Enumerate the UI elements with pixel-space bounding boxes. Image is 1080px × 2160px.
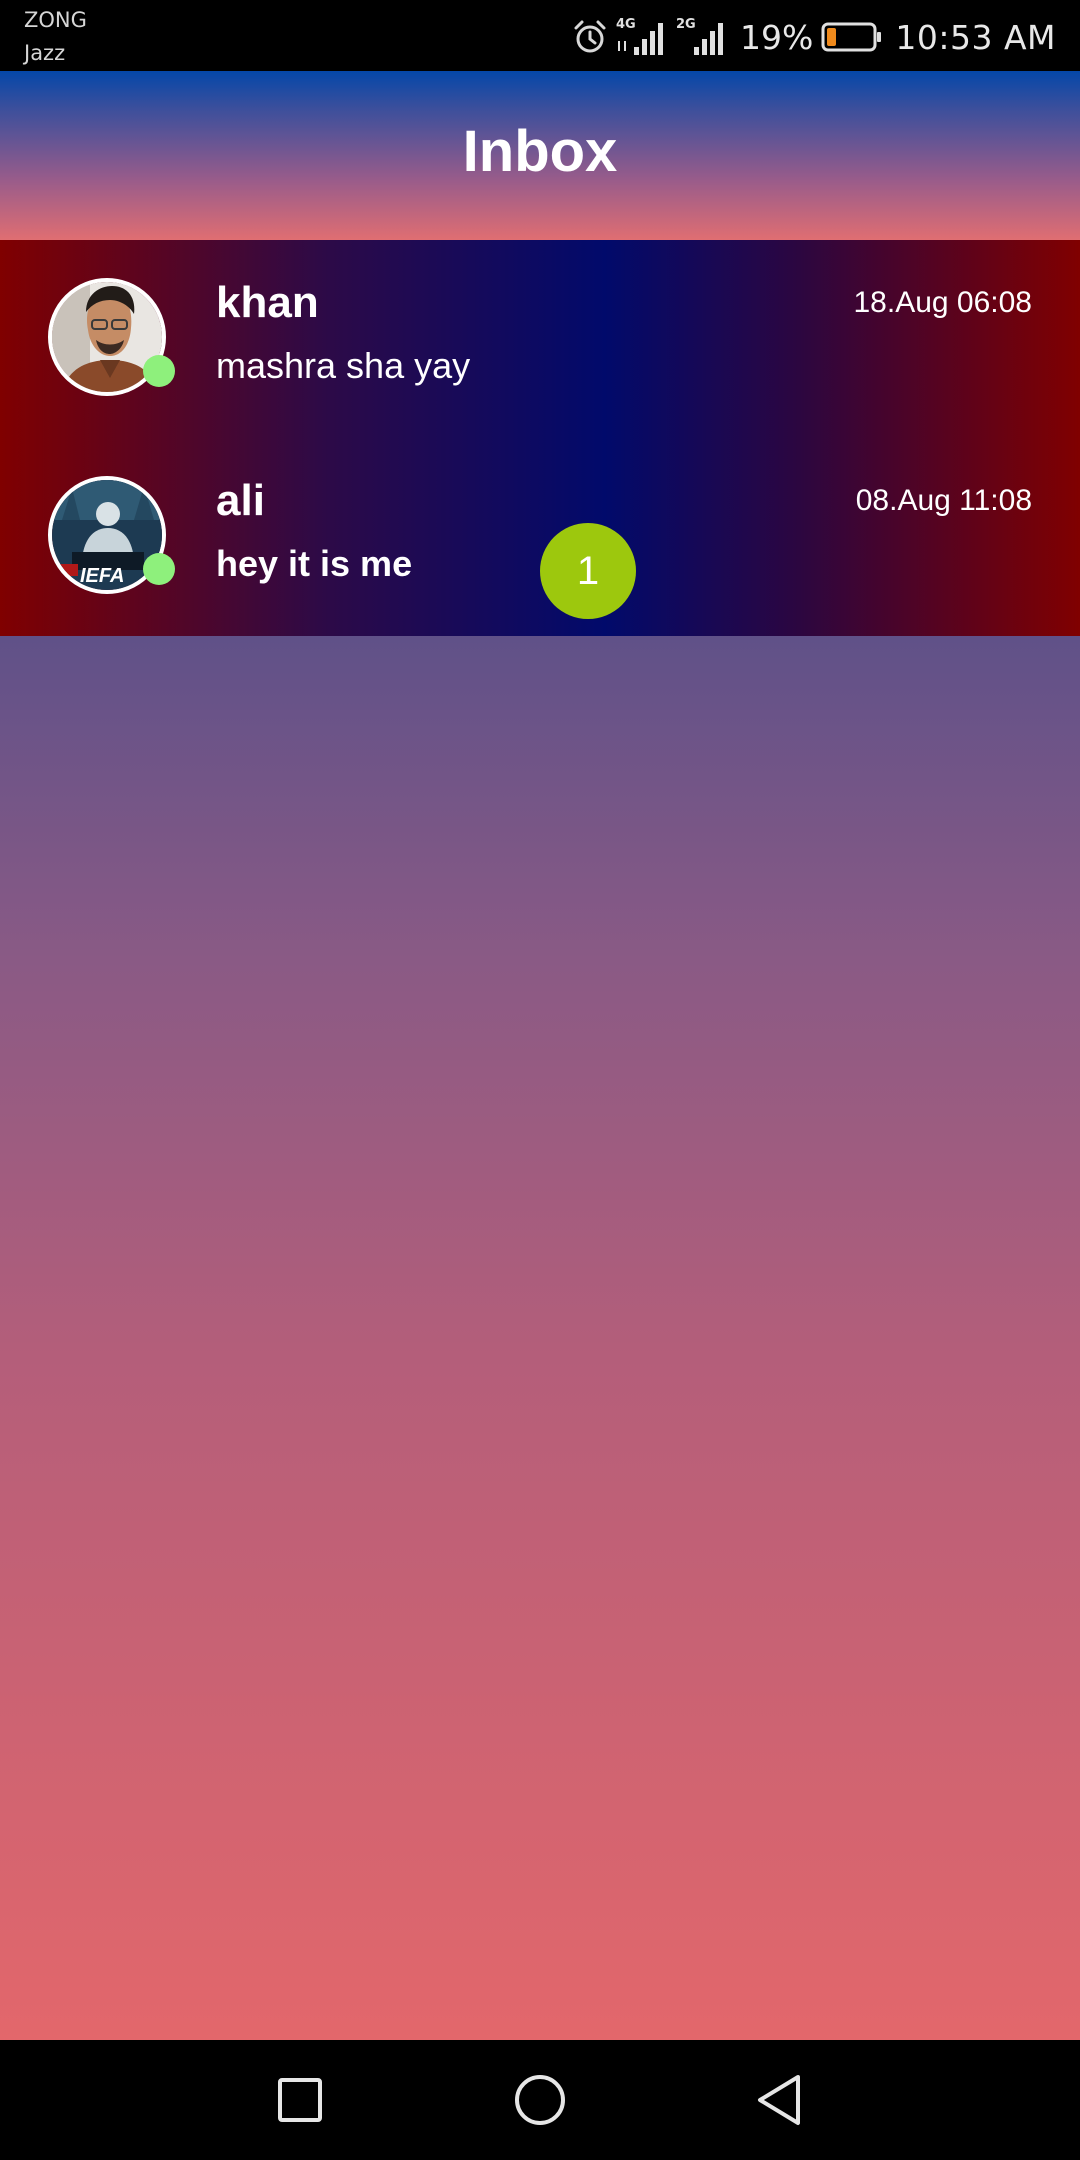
battery-low-icon — [821, 22, 882, 52]
back-button[interactable] — [740, 2060, 820, 2140]
last-message: mashra sha yay — [216, 345, 471, 386]
contact-name: ali — [216, 476, 265, 525]
network-type-2g: 2G — [676, 17, 696, 32]
message-timestamp: 08.Aug 11:08 — [855, 484, 1032, 517]
carrier-secondary: Jazz — [24, 41, 66, 65]
network-type-4g: 4G — [616, 17, 636, 32]
content-area: khan mashra sha yay 18.Aug 06:08 IEFA al… — [0, 240, 1080, 2040]
signal-2g-indicator: 2G — [676, 17, 730, 57]
system-nav-bar — [0, 2040, 1080, 2160]
back-icon — [758, 2075, 800, 2125]
alarm-icon — [574, 20, 606, 53]
signal-4g-indicator: 4G — [616, 17, 670, 57]
contact-name: khan — [216, 278, 319, 327]
carrier-primary: ZONG — [24, 8, 87, 32]
clock: 10:53 AM — [895, 17, 1056, 57]
battery-percent: 19% — [740, 17, 814, 57]
svg-text:IEFA: IEFA — [80, 565, 124, 587]
page-title: Inbox — [462, 119, 618, 184]
conversation-item-ali[interactable]: IEFA ali hey it is me 08.Aug 11:08 — [0, 438, 1080, 636]
conversation-item-khan[interactable]: khan mashra sha yay 18.Aug 06:08 — [0, 240, 1080, 438]
home-button[interactable] — [500, 2060, 580, 2140]
unread-count-badge: 1 — [540, 523, 636, 619]
online-status-dot — [143, 355, 175, 387]
status-bar: ZONG Jazz 4G 2G 19% 10:53 AM — [0, 0, 1080, 71]
message-timestamp: 18.Aug 06:08 — [853, 286, 1033, 319]
online-status-dot — [143, 553, 175, 585]
recent-apps-icon — [278, 2078, 322, 2122]
recent-apps-button[interactable] — [260, 2060, 340, 2140]
status-icons: 4G 2G 19% 10:53 AM — [572, 12, 1056, 62]
inbox-screen: ZONG Jazz 4G 2G 19% 10:53 AM Inbox khan … — [0, 0, 1080, 2160]
header-bar: Inbox — [0, 71, 1080, 240]
home-icon — [515, 2075, 565, 2125]
last-message: hey it is me — [216, 543, 413, 584]
